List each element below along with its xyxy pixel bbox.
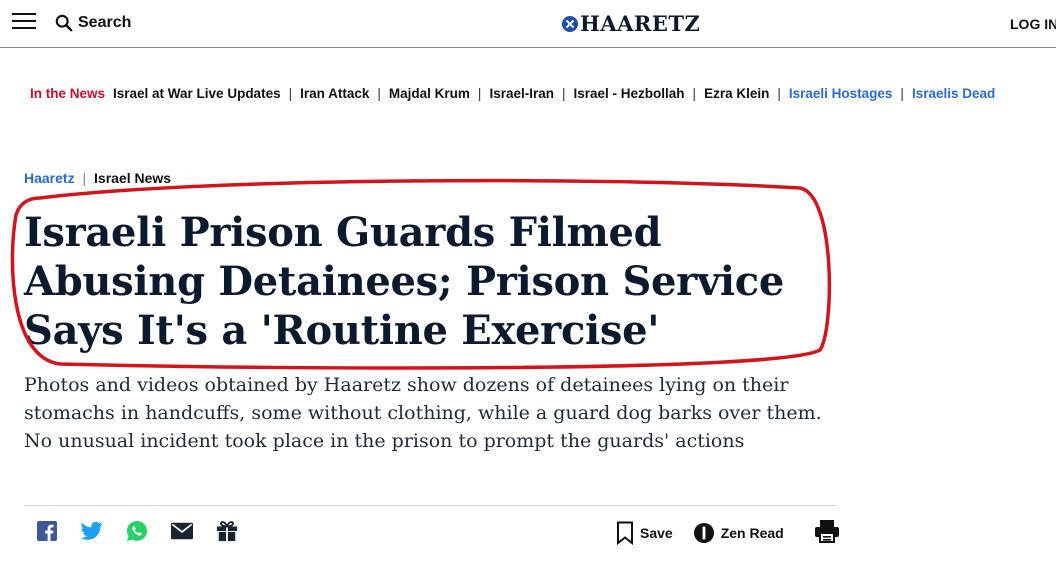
top-navigation-bar: Search HAARETZ LOG IN (0, 0, 1056, 48)
news-link-majdal-krum[interactable]: Majdal Krum (389, 86, 470, 101)
news-link-israel-iran[interactable]: Israel-Iran (489, 86, 554, 101)
gift-icon[interactable] (216, 520, 238, 542)
in-the-news-bar: In the News Israel at War Live Updates |… (30, 86, 995, 101)
news-link-israel-hezbollah[interactable]: Israel - Hezbollah (574, 86, 685, 101)
search-icon (55, 14, 73, 32)
breadcrumb-separator: | (82, 170, 87, 186)
news-separator: | (777, 86, 781, 101)
share-bar (36, 520, 261, 542)
breadcrumb-home-link[interactable]: Haaretz (24, 170, 75, 186)
bookmark-icon (617, 521, 633, 545)
search-button[interactable]: Search (55, 12, 131, 34)
search-label: Search (78, 14, 132, 31)
zen-read-label: Zen Read (720, 524, 784, 541)
twitter-icon[interactable] (81, 520, 103, 542)
facebook-icon[interactable] (36, 520, 58, 542)
zen-read-button[interactable]: Zen Read (693, 522, 784, 544)
hamburger-menu-icon[interactable] (12, 13, 36, 33)
save-label: Save (640, 524, 673, 541)
article-headline: Israeli Prison Guards Filmed Abusing Det… (24, 209, 785, 354)
breadcrumb-section-link[interactable]: Israel News (94, 170, 171, 186)
save-button[interactable]: Save (616, 521, 673, 545)
zen-read-icon (693, 522, 714, 543)
news-separator: | (692, 86, 697, 101)
news-separator: | (288, 86, 293, 101)
logo-text: HAARETZ (580, 11, 701, 36)
news-link-ezra-klein[interactable]: Ezra Klein (704, 86, 769, 101)
article-actions: Save Zen Read (616, 519, 840, 546)
in-the-news-label: In the News (30, 86, 106, 101)
news-separator: | (477, 86, 482, 101)
news-separator: | (900, 86, 904, 101)
news-link-israeli-hostages[interactable]: Israeli Hostages (789, 86, 893, 101)
login-button[interactable]: LOG IN (1010, 16, 1056, 32)
news-separator: | (561, 86, 566, 101)
logo-mark-icon (562, 15, 578, 32)
haaretz-logo[interactable]: HAARETZ (562, 11, 700, 36)
whatsapp-icon[interactable] (126, 520, 148, 542)
print-icon[interactable] (814, 519, 840, 546)
news-link-iran-attack[interactable]: Iran Attack (300, 86, 369, 101)
article-subtitle: Photos and videos obtained by Haaretz sh… (24, 374, 822, 452)
breadcrumb: Haaretz | Israel News (24, 170, 171, 186)
news-link-war-live-updates[interactable]: Israel at War Live Updates (113, 86, 281, 101)
divider (24, 505, 836, 506)
news-link-israelis-dead[interactable]: Israelis Dead (912, 86, 995, 101)
email-icon[interactable] (171, 520, 193, 542)
news-separator: | (377, 86, 381, 101)
